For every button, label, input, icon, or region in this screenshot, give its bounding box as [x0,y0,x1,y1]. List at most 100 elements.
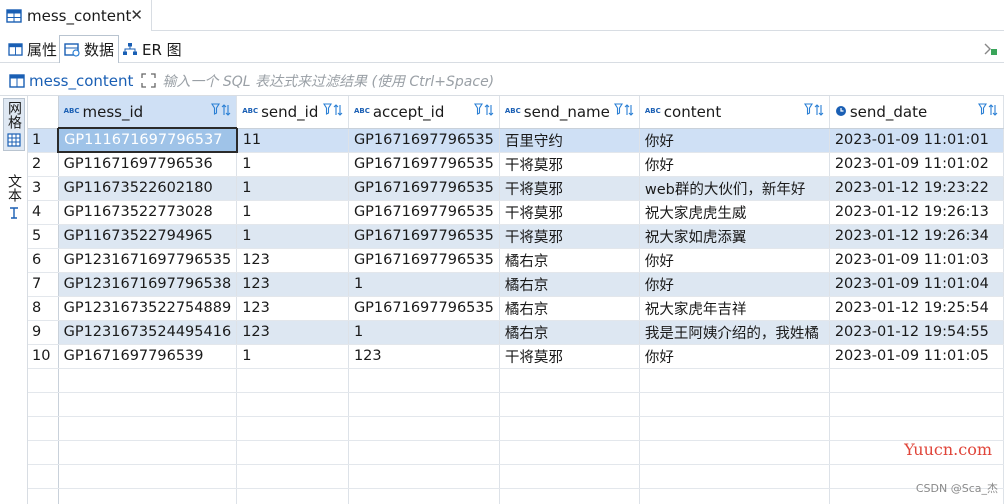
row-number[interactable]: 10 [28,344,59,369]
table-cell-accept-id[interactable]: 1 [348,320,500,345]
row-number-header[interactable] [28,96,59,129]
table-cell-mess-id[interactable]: GP1231673524495416 [58,320,238,345]
table-cell-accept-id[interactable]: GP1671697796535 [348,224,500,249]
table-cell-send-date[interactable]: 2023-01-09 11:01:02 [829,152,1004,177]
tab-properties[interactable]: 属性 [4,35,61,63]
table-cell-mess-id[interactable]: GP11167169779653​7 [57,127,238,153]
row-number[interactable]: 3 [28,176,59,201]
table-cell-send-id[interactable]: 123 [236,296,349,321]
table-cell-accept-id[interactable]: 123 [348,344,500,369]
filter-sort-icon[interactable] [978,103,998,120]
table-cell-send-name[interactable]: 干将莫邪 [499,200,640,225]
row-number[interactable]: 2 [28,152,59,177]
table-cell-send-name[interactable]: 橘右京 [499,296,640,321]
table-cell-content[interactable]: 你好 [639,344,830,369]
table-row[interactable]: 4 GP11673522773028 1 GP1671697796535 干将莫邪 祝大家… [28,200,1004,225]
table-cell-accept-id[interactable]: GP1671697796535 [348,128,500,153]
table-cell-mess-id[interactable]: GP11673522794965 [58,224,238,249]
table-row[interactable]: 7 GP1231671697796538 123 1 橘右京 你好 2023-01-09 1… [28,272,1004,297]
table-cell-send-name[interactable]: 干将莫邪 [499,176,640,201]
table-cell-content[interactable]: 我是王阿姨介绍的，我姓橘 [639,320,830,345]
table-cell-send-id[interactable]: 1 [236,176,349,201]
table-row[interactable]: 5 GP11673522794965 1 GP1671697796535 干将莫邪 祝大家… [28,224,1004,249]
table-cell-send-date[interactable]: 2023-01-09 11:01:01 [829,128,1004,153]
table-cell-send-date[interactable]: 2023-01-12 19:54:55 [829,320,1004,345]
table-cell-send-date[interactable]: 2023-01-12 19:23:22 [829,176,1004,201]
column-header-accept-id[interactable]: ABC accept_id [348,96,500,129]
table-cell-content[interactable]: 你好 [639,248,830,273]
column-header-content[interactable]: ABC content [639,96,830,129]
table-cell-accept-id[interactable]: GP1671697796535 [348,248,500,273]
table-row[interactable]: 3 GP11673522602180 1 GP1671697796535 干将莫邪 web… [28,176,1004,201]
table-cell-send-date[interactable]: 2023-01-09 11:01:04 [829,272,1004,297]
filter-sort-icon[interactable] [211,103,231,120]
table-row[interactable]: 6 GP1231671697796535 123 GP1671697796535 橘右京… [28,248,1004,273]
table-cell-accept-id[interactable]: GP1671697796535 [348,296,500,321]
tab-er-diagram[interactable]: ER 图 [118,35,186,63]
table-row[interactable]: 9 GP1231673524495416 123 1 橘右京 我是王阿姨介绍的，我姓橘 20… [28,320,1004,345]
row-number[interactable]: 1 [28,128,59,153]
row-number[interactable]: 9 [28,320,59,345]
table-cell-send-date[interactable]: 2023-01-12 19:26:13 [829,200,1004,225]
table-cell-mess-id[interactable]: GP11673522602180 [58,176,238,201]
table-cell-send-name[interactable]: 橘右京 [499,272,640,297]
table-cell-send-id[interactable]: 123 [236,272,349,297]
results-grid[interactable]: ABC mess_id ABC send_id ABC accept_id ABC send_… [28,96,1004,504]
table-row[interactable]: 10 GP1671697796539 1 123 干将莫邪 你好 2023-01-09 11… [28,344,1004,369]
table-row[interactable]: 2 GP11671697796536 1 GP1671697796535 干将莫邪 你好 2… [28,152,1004,177]
close-icon[interactable]: ✕ [130,6,143,24]
table-cell-send-id[interactable]: 123 [236,320,349,345]
table-cell-content[interactable]: 祝大家虎虎生威 [639,200,830,225]
table-cell-send-id[interactable]: 11 [236,128,349,153]
table-cell-send-date[interactable]: 2023-01-12 19:25:54 [829,296,1004,321]
tab-grid-view[interactable]: 网格 [3,98,25,151]
table-cell-accept-id[interactable]: GP1671697796535 [348,152,500,177]
table-cell-send-name[interactable]: 干将莫邪 [499,344,640,369]
table-cell-content[interactable]: 你好 [639,152,830,177]
table-cell-content[interactable]: 祝大家虎年吉祥 [639,296,830,321]
table-cell-send-name[interactable]: 干将莫邪 [499,224,640,249]
filter-sort-icon[interactable] [473,103,494,120]
table-cell-content[interactable]: 祝大家如虎添翼 [639,224,830,249]
table-cell-mess-id[interactable]: GP1231671697796538 [58,272,238,297]
table-cell-send-id[interactable]: 1 [236,224,349,249]
table-cell-send-date[interactable]: 2023-01-09 11:01:03 [829,248,1004,273]
table-cell-send-date[interactable]: 2023-01-09 11:01:05 [829,344,1004,369]
row-number[interactable]: 7 [28,272,59,297]
column-header-send-name[interactable]: ABC send_name [499,96,640,129]
column-header-send-date[interactable]: send_date [829,96,1004,129]
row-number[interactable]: 8 [28,296,59,321]
table-row[interactable]: 1 GP11167169779653​7 11 GP1671697796535 百里守约… [28,127,1004,153]
table-cell-accept-id[interactable]: GP1671697796535 [348,176,500,201]
filter-input[interactable]: 输入一个 SQL 表达式来过滤结果 (使用 Ctrl+Space) [162,71,494,91]
row-number[interactable]: 6 [28,248,59,273]
row-number[interactable]: 4 [28,200,59,225]
table-cell-mess-id[interactable]: GP1671697796539 [58,344,238,369]
table-cell-send-name[interactable]: 干将莫邪 [499,152,640,177]
filter-sort-icon[interactable] [803,103,824,120]
table-row[interactable]: 8 GP1231673522754889 123 GP1671697796535 橘右京… [28,296,1004,321]
tab-data[interactable]: 数据 [59,35,120,63]
table-cell-content[interactable]: 你好 [639,272,830,297]
table-cell-mess-id[interactable]: GP1231671697796535 [58,248,238,273]
column-header-send-id[interactable]: ABC send_id [236,96,349,129]
column-header-mess-id[interactable]: ABC mess_id [58,96,238,129]
table-cell-send-name[interactable]: 百里守约 [499,128,640,153]
table-cell-send-date[interactable]: 2023-01-12 19:26:34 [829,224,1004,249]
table-cell-send-name[interactable]: 橘右京 [499,320,640,345]
table-cell-send-id[interactable]: 1 [236,200,349,225]
table-cell-send-id[interactable]: 1 [236,152,349,177]
table-cell-send-id[interactable]: 123 [236,248,349,273]
save-state-icon[interactable] [984,42,998,56]
table-cell-accept-id[interactable]: 1 [348,272,500,297]
document-tab[interactable]: mess_content ✕ [0,0,152,31]
table-cell-mess-id[interactable]: GP11673522773028 [58,200,238,225]
row-number[interactable]: 5 [28,224,59,249]
table-cell-accept-id[interactable]: GP1671697796535 [348,200,500,225]
filter-sort-icon[interactable] [322,103,343,120]
filter-sort-icon[interactable] [613,103,634,120]
table-cell-content[interactable]: 你好 [639,128,830,153]
tab-text-view[interactable]: 文本 [3,172,25,222]
table-cell-mess-id[interactable]: GP11671697796536 [58,152,238,177]
table-cell-send-name[interactable]: 橘右京 [499,248,640,273]
